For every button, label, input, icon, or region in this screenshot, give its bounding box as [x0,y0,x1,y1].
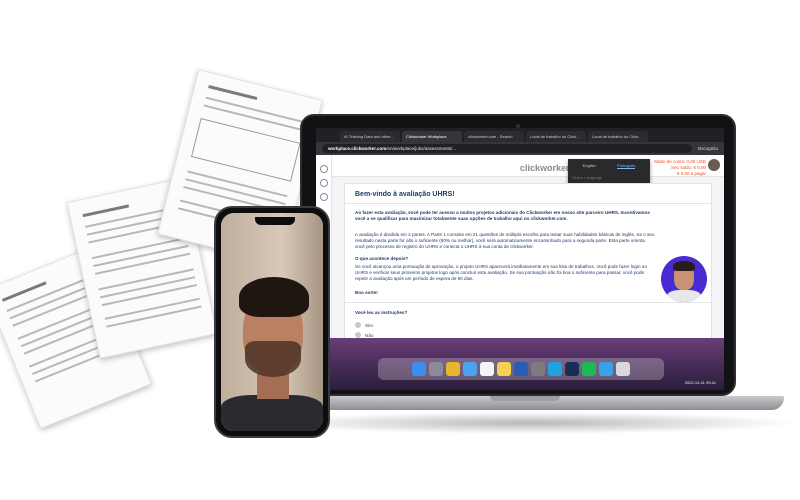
phone-video [221,213,323,431]
divider [345,203,711,204]
radio-circle-icon[interactable] [355,322,361,328]
laptop-lid: AI Training Data and other... Clickworke… [300,114,736,396]
settings-icon[interactable] [531,362,545,376]
phone-notch [255,217,295,225]
person-hair [239,277,309,317]
skype-icon[interactable] [548,362,562,376]
body-text: Se você alcançou uma pontuação de aprova… [355,264,647,281]
browser-tab-active[interactable]: Clickworker Workplace [402,131,462,142]
laptop-shadow [260,412,800,434]
divider [345,302,711,303]
laptop-screen: AI Training Data and other... Clickworke… [316,128,724,390]
browser-urlbar: workplace.clickworker.com/en/workplace/j… [316,142,724,155]
tasks-icon[interactable] [320,179,328,187]
browser-tab[interactable]: clickworker.com - Search [464,131,524,142]
language-dropdown[interactable]: English Português Select Language [568,159,650,185]
spotify-icon[interactable] [582,362,596,376]
profile-label[interactable]: Dscognito [698,146,718,151]
macos-dock [378,358,664,380]
browser-tab[interactable]: Local de trabalho do Click... [526,131,586,142]
phone-frame [214,206,330,438]
photoshop-icon[interactable] [565,362,579,376]
laptop-notch [490,396,560,401]
browser-tab[interactable]: Local de trabalho do Click... [588,131,648,142]
language-option-english[interactable]: English [583,163,596,169]
site-header: clickworker Saldo de conta: 0,00 USD Seu… [332,155,724,177]
trash-icon[interactable] [616,362,630,376]
balance-line: € 0,00 a pagar [676,171,706,176]
mail-icon[interactable] [463,362,477,376]
chrome-icon[interactable] [446,362,460,376]
finder-icon[interactable] [412,362,426,376]
language-option-portugues[interactable]: Português [617,163,636,169]
notes-icon[interactable] [497,362,511,376]
person-shirt [221,395,323,431]
good-luck-text: Boa sorte! [355,290,378,295]
language-hint: Select Language [572,175,603,180]
avatar[interactable] [708,159,720,171]
browser-tab[interactable]: AI Training Data and other... [340,131,400,142]
word-icon[interactable] [514,362,528,376]
browser-tabbar: AI Training Data and other... Clickworke… [316,128,724,142]
launchpad-icon[interactable] [429,362,443,376]
webcam-preview [661,256,707,302]
question-label: Você leu as instruções? [355,310,408,315]
status-clock: 2022-10-11 09:41 [684,380,716,385]
user-icon[interactable] [320,193,328,201]
radio-label: Sim [365,322,373,328]
address-bar[interactable]: workplace.clickworker.com/en/workplace/j… [322,144,692,153]
laptop-camera [516,124,520,128]
page-title: Bem-vindo à avaliação UHRS! [355,191,455,198]
radio-option-yes[interactable]: Sim [355,322,373,328]
url-domain: workplace.clickworker.com [328,146,387,151]
hero-composition: AI Training Data and other... Clickworke… [0,0,800,500]
radio-label: Não [365,332,374,338]
account-balance: Saldo de conta: 0,00 USD Seu saldo: € 0,… [654,159,706,177]
url-path: /en/workplace/jobs/assessments/... [386,146,457,151]
home-icon[interactable] [320,165,328,173]
body-text: A avaliação é dividida em 2 partes. A Pa… [355,232,655,249]
calendar-icon[interactable] [480,362,494,376]
logo-text: clickworker [520,163,570,173]
intro-text: Ao fazer esta avaliação, você pode ter a… [355,210,650,221]
person-beard [245,341,301,377]
safari-icon[interactable] [599,362,613,376]
section-heading: O que acontece depois? [355,256,409,261]
